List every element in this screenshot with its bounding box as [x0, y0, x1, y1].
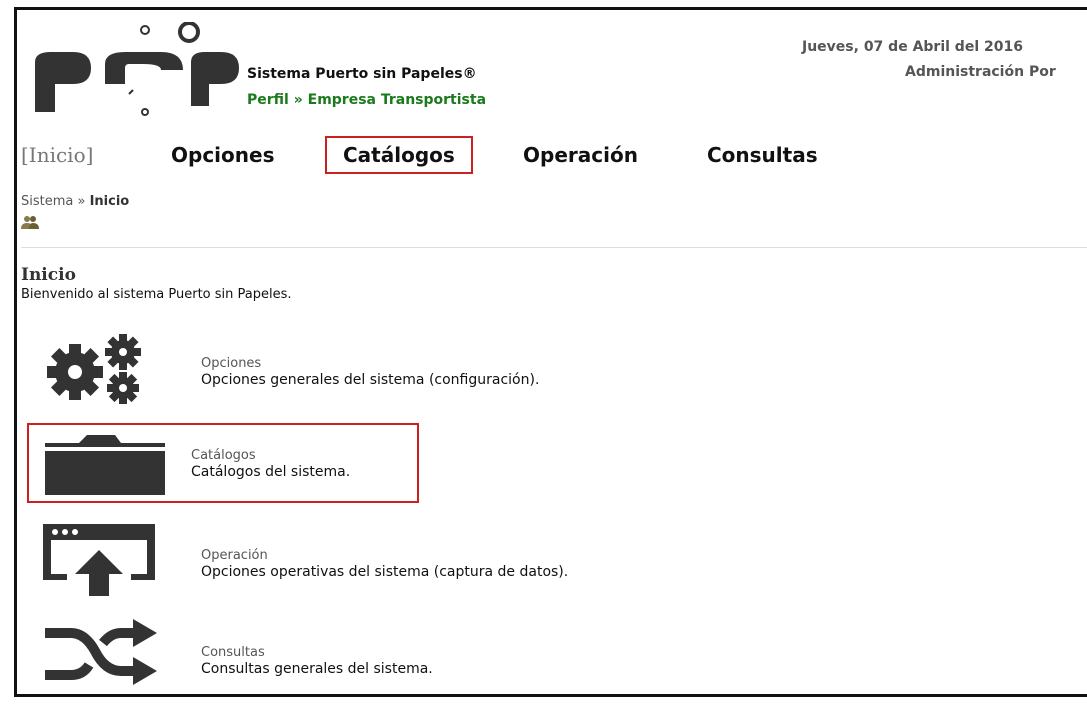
section-consultas[interactable]: Consultas Consultas generales del sistem… [27, 615, 433, 694]
menu-item-opciones[interactable]: Opciones [171, 138, 274, 172]
app-window: psp Sistema Puerto sin Papeles® Perfil »… [14, 7, 1087, 697]
section-description: Opciones operativas del sistema (captura… [201, 564, 569, 580]
section-catalogos[interactable]: Catálogos Catálogos del sistema. [27, 423, 419, 503]
divider [21, 247, 1087, 248]
system-title: Sistema Puerto sin Papeles® [247, 66, 477, 82]
section-description: Catálogos del sistema. [191, 464, 351, 480]
section-title: Catálogos [191, 448, 256, 463]
profile-breadcrumb[interactable]: Perfil » Empresa Transportista [247, 92, 486, 108]
users-icon [21, 216, 39, 229]
gears-icon [47, 334, 141, 404]
menu-item-operacion[interactable]: Operación [523, 138, 638, 172]
section-operacion[interactable]: Operación Opciones operativas del sistem… [27, 520, 568, 600]
welcome-message: Bienvenido al sistema Puerto sin Papeles… [21, 287, 292, 302]
section-title: Opciones [201, 356, 262, 371]
upload-window-icon [43, 524, 155, 596]
breadcrumb-current: Inicio [89, 194, 130, 209]
section-description: Consultas generales del sistema. [201, 661, 433, 677]
menu-item-consultas[interactable]: Consultas [707, 138, 818, 172]
current-date: Jueves, 07 de Abril del 2016 [802, 39, 1023, 55]
breadcrumb-separator: » [73, 194, 90, 209]
menu-item-inicio[interactable]: [Inicio] [21, 138, 93, 172]
shuffle-icon [45, 619, 157, 685]
menu-item-catalogos[interactable]: Catálogos [325, 136, 473, 174]
psp-logo[interactable]: psp [33, 22, 243, 122]
section-title: Consultas [201, 645, 265, 660]
admin-label: Administración Por [905, 64, 1056, 80]
breadcrumb-root[interactable]: Sistema [21, 194, 73, 209]
section-title: Operación [201, 548, 268, 563]
breadcrumb: Sistema » Inicio [21, 194, 129, 209]
folder-icon [45, 435, 165, 495]
page-title: Inicio [21, 265, 76, 285]
section-opciones[interactable]: Opciones Opciones generales del sistema … [27, 330, 539, 410]
section-description: Opciones generales del sistema (configur… [201, 372, 540, 388]
